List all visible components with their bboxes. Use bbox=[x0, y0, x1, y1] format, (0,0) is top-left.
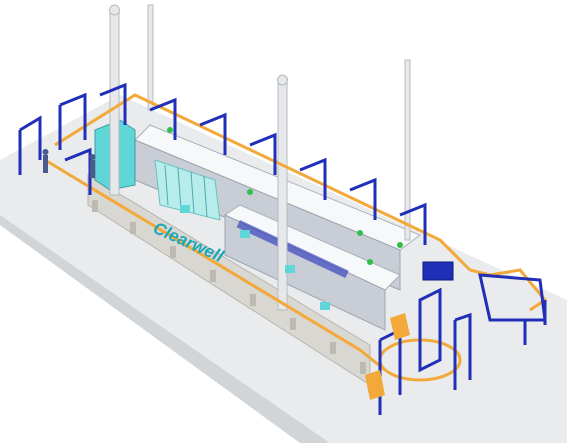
exhaust-stack-3 bbox=[277, 79, 288, 311]
powder-coating-line-render: Clearwell bbox=[0, 4, 567, 443]
exhaust-stack-1 bbox=[109, 9, 120, 196]
exhaust-stack-2 bbox=[147, 4, 154, 111]
control-cabinet bbox=[422, 261, 454, 281]
